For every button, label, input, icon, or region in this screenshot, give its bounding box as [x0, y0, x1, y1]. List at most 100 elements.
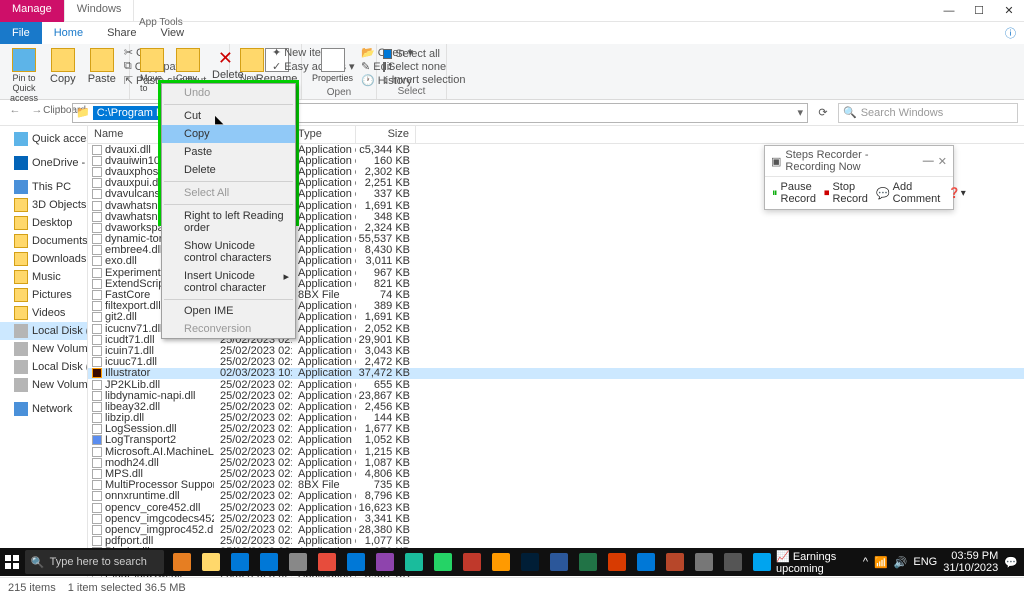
taskbar-app-8[interactable]: [400, 548, 428, 576]
file-row[interactable]: MultiProcessor Support25/02/2023 02:52 P…: [88, 480, 1024, 491]
taskbar-app-19[interactable]: [719, 548, 747, 576]
selectall-button[interactable]: Select all: [383, 48, 440, 60]
sidebar-item-6[interactable]: Downloads: [0, 250, 87, 268]
taskbar-app-13[interactable]: [545, 548, 573, 576]
taskbar-app-14[interactable]: [574, 548, 602, 576]
cm-reconversion[interactable]: Reconversion: [162, 320, 295, 338]
steps-recorder-window[interactable]: ▣ Steps Recorder - Recording Now — ✕ ⏸Pa…: [764, 145, 954, 210]
cm-paste[interactable]: Paste: [162, 143, 295, 161]
taskbar-app-9[interactable]: [429, 548, 457, 576]
clock[interactable]: 03:59 PM31/10/2023: [943, 550, 998, 574]
cm-show-unicode[interactable]: Show Unicode control characters: [162, 237, 295, 267]
sidebar-item-2[interactable]: This PC: [0, 178, 87, 196]
steps-more-button[interactable]: ❓▾: [945, 180, 968, 206]
file-row[interactable]: onnxruntime.dll25/02/2023 02:52 PMApplic…: [88, 491, 1024, 502]
forward-button[interactable]: →: [28, 104, 46, 122]
sidebar-item-8[interactable]: Pictures: [0, 286, 87, 304]
add-comment-button[interactable]: 💬Add Comment: [873, 180, 943, 206]
taskbar-app-7[interactable]: [371, 548, 399, 576]
file-row[interactable]: MPS.dll25/02/2023 02:52 PMApplication ex…: [88, 468, 1024, 479]
file-row[interactable]: icuin71.dll25/02/2023 02:52 PMApplicatio…: [88, 345, 1024, 356]
file-row[interactable]: LogSession.dll25/02/2023 02:52 PMApplica…: [88, 424, 1024, 435]
cm-delete[interactable]: Delete: [162, 161, 295, 179]
taskbar-app-5[interactable]: [313, 548, 341, 576]
cm-undo[interactable]: Undo: [162, 84, 295, 102]
sidebar-item-11[interactable]: New Volume (D:): [0, 340, 87, 358]
taskbar-app-20[interactable]: [748, 548, 776, 576]
close-button[interactable]: ✕: [994, 0, 1024, 22]
home-tab[interactable]: Home: [42, 24, 95, 42]
file-row[interactable]: opencv_imgcodecs452.dll25/02/2023 02:52 …: [88, 513, 1024, 524]
sidebar-item-0[interactable]: Quick access: [0, 130, 87, 148]
sidebar-item-10[interactable]: Local Disk (C:): [0, 322, 87, 340]
taskbar-app-4[interactable]: [284, 548, 312, 576]
taskbar-app-3[interactable]: [255, 548, 283, 576]
tray-lang-icon[interactable]: ENG: [913, 556, 937, 568]
taskbar-app-6[interactable]: [342, 548, 370, 576]
file-row[interactable]: libeay32.dll25/02/2023 02:52 PMApplicati…: [88, 401, 1024, 412]
cm-insert-unicode[interactable]: Insert Unicode control character▸: [162, 267, 295, 297]
taskbar-app-18[interactable]: [690, 548, 718, 576]
taskbar-app-16[interactable]: [632, 548, 660, 576]
taskbar-app-17[interactable]: [661, 548, 689, 576]
sidebar-item-1[interactable]: OneDrive - Personal: [0, 154, 87, 172]
pin-quick-access[interactable]: Pin to Quick access: [6, 46, 42, 105]
selectnone-button[interactable]: Select none: [383, 61, 440, 73]
stop-record-button[interactable]: ⏹Stop Record: [821, 180, 871, 206]
properties-button[interactable]: Properties: [308, 46, 357, 85]
sidebar-item-7[interactable]: Music: [0, 268, 87, 286]
sidebar-item-9[interactable]: Videos: [0, 304, 87, 322]
cm-selectall[interactable]: Select All: [162, 184, 295, 202]
tray-speaker-icon[interactable]: 🔊: [894, 556, 908, 569]
tray-expand-icon[interactable]: ^: [863, 556, 868, 568]
col-type[interactable]: Type: [292, 126, 356, 143]
sidebar-item-13[interactable]: New Volume (F:): [0, 376, 87, 394]
cm-openime[interactable]: Open IME: [162, 302, 295, 320]
earnings-widget[interactable]: 📈 Earnings upcoming: [776, 550, 857, 575]
file-row[interactable]: Microsoft.AI.MachineLearning.dll25/02/20…: [88, 446, 1024, 457]
paste-button[interactable]: Paste: [84, 46, 120, 87]
notifications-icon[interactable]: 💬: [1004, 556, 1018, 569]
sidebar-item-14[interactable]: Network: [0, 400, 87, 418]
file-row[interactable]: Illustrator02/03/2023 10:55 PMApplicatio…: [88, 368, 1024, 379]
refresh-button[interactable]: ⟳: [812, 106, 834, 119]
file-row[interactable]: LogTransport225/02/2023 02:52 PMApplicat…: [88, 435, 1024, 446]
minimize-button[interactable]: —: [934, 0, 964, 22]
pause-record-button[interactable]: ⏸Pause Record: [769, 180, 819, 206]
tab-manage[interactable]: Manage: [0, 0, 65, 22]
file-row[interactable]: pdfport.dll25/02/2023 02:52 PMApplicatio…: [88, 536, 1024, 547]
taskbar-app-11[interactable]: [487, 548, 515, 576]
file-row[interactable]: libzip.dll25/02/2023 02:52 PMApplication…: [88, 413, 1024, 424]
sidebar-item-5[interactable]: Documents: [0, 232, 87, 250]
file-row[interactable]: opencv_imgproc452.dll25/02/2023 02:52 PM…: [88, 524, 1024, 535]
search-input[interactable]: 🔍 Search Windows: [838, 103, 1018, 123]
taskbar-app-12[interactable]: [516, 548, 544, 576]
taskbar-app-2[interactable]: [226, 548, 254, 576]
taskbar-app-0[interactable]: [168, 548, 196, 576]
sidebar-item-4[interactable]: Desktop: [0, 214, 87, 232]
file-row[interactable]: libdynamic-napi.dll25/02/2023 02:52 PMAp…: [88, 390, 1024, 401]
help-icon[interactable]: ⓘ: [1005, 25, 1024, 41]
copy-button[interactable]: Copy: [46, 46, 80, 87]
file-row[interactable]: JP2KLib.dll25/02/2023 02:52 PMApplicatio…: [88, 379, 1024, 390]
sidebar-item-3[interactable]: 3D Objects: [0, 196, 87, 214]
cm-copy[interactable]: Copy: [162, 125, 295, 143]
tab-windows[interactable]: Windows: [65, 0, 135, 22]
file-row[interactable]: modh24.dll25/02/2023 02:52 PMApplication…: [88, 457, 1024, 468]
steps-min-icon[interactable]: —: [923, 155, 934, 167]
col-size[interactable]: Size: [356, 126, 416, 143]
taskbar-app-10[interactable]: [458, 548, 486, 576]
invertsel-button[interactable]: ↕ Invert selection: [383, 74, 440, 86]
taskbar-search[interactable]: 🔍Type here to search: [25, 550, 164, 574]
cm-rtl[interactable]: Right to left Reading order: [162, 207, 295, 237]
back-button[interactable]: ←: [6, 104, 24, 122]
file-row[interactable]: opencv_core452.dll25/02/2023 02:52 PMApp…: [88, 502, 1024, 513]
file-row[interactable]: icuuc71.dll25/02/2023 02:52 PMApplicatio…: [88, 357, 1024, 368]
taskbar-app-15[interactable]: [603, 548, 631, 576]
sidebar-item-12[interactable]: Local Disk (E:): [0, 358, 87, 376]
file-tab[interactable]: File: [0, 22, 42, 44]
tray-wifi-icon[interactable]: 📶: [874, 556, 888, 569]
start-button[interactable]: [0, 548, 25, 576]
up-button[interactable]: ↑: [50, 104, 68, 122]
steps-close-icon[interactable]: ✕: [938, 155, 947, 168]
